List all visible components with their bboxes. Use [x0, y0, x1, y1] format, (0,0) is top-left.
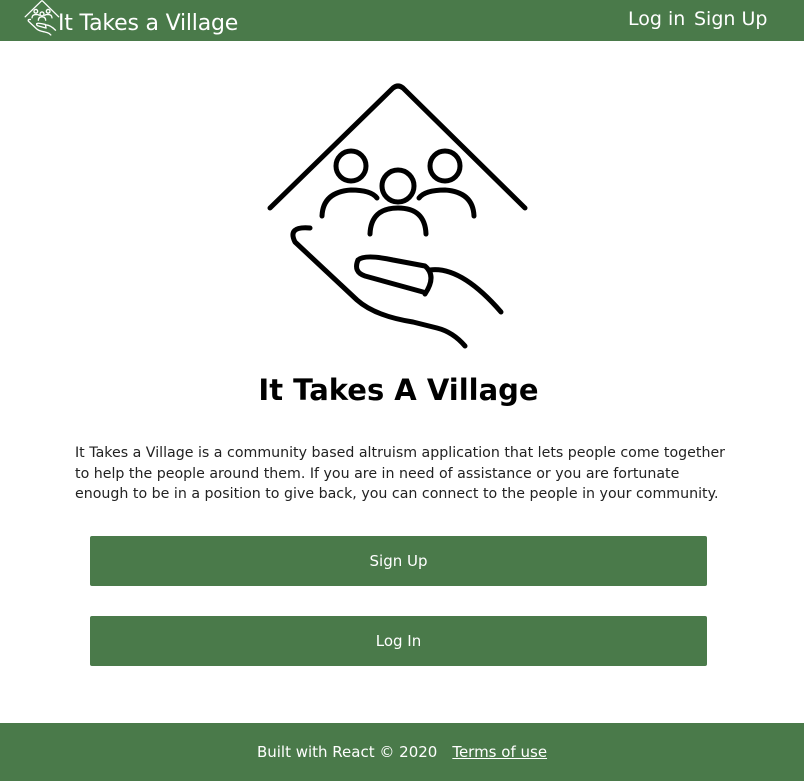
nav-signup-link[interactable]: Sign Up [694, 6, 767, 32]
app-description: It Takes a Village is a community based … [75, 445, 726, 502]
footer-credit: Built with React © 2020 [256, 743, 438, 761]
login-button[interactable]: Log In [90, 616, 707, 666]
nav-login-link[interactable]: Log in [628, 6, 685, 32]
navbar: It Takes a Village Log in Sign Up [0, 0, 804, 41]
brand-title: It Takes a Village [58, 11, 239, 36]
terms-link[interactable]: Terms of use [452, 743, 547, 761]
footer: Built with React © 2020 Terms of use [0, 723, 804, 781]
hand-people-house-icon [267, 83, 528, 349]
hand-people-house-icon [24, 0, 60, 36]
signup-button[interactable]: Sign Up [90, 536, 707, 586]
page-title: It Takes A Village [258, 373, 539, 407]
